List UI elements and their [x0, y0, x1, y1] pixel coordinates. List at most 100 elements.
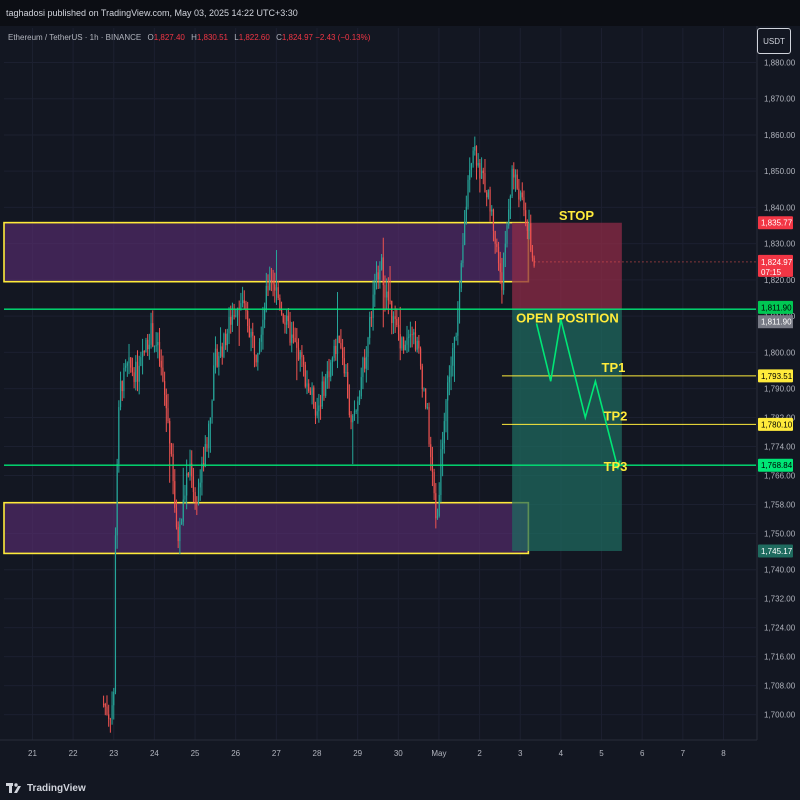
candle-body	[392, 316, 395, 324]
candle-body	[374, 282, 376, 295]
candle-body	[116, 463, 118, 536]
candle-body	[480, 170, 483, 179]
candle-body	[262, 319, 264, 335]
candle-body	[197, 487, 200, 505]
candle-body	[250, 331, 252, 338]
candle-body	[523, 197, 525, 211]
price-tick-label: 1,708.00	[764, 682, 796, 691]
candle-body	[126, 363, 128, 366]
candle-body	[114, 535, 117, 692]
candle-body	[247, 311, 249, 327]
candle-body	[277, 287, 279, 298]
tp1-price-tag: 1,793.51	[761, 372, 793, 381]
candle-body	[341, 347, 344, 359]
candle-body	[435, 493, 437, 519]
candle-body	[384, 285, 386, 298]
price-tick-label: 1,740.00	[764, 566, 796, 575]
price-tick-label: 1,850.00	[764, 167, 796, 176]
candle-body	[470, 163, 473, 170]
candle-body	[347, 371, 349, 399]
candle-body	[272, 280, 274, 285]
time-tick-label: 7	[681, 749, 686, 758]
candle-body	[241, 300, 244, 304]
candle-body	[175, 507, 178, 528]
candle-body	[469, 169, 471, 180]
candle-body	[109, 718, 111, 720]
candle-body	[152, 323, 154, 347]
candle-body	[192, 476, 195, 493]
candle-body	[303, 357, 305, 365]
candle-body	[436, 515, 439, 519]
brand-footer[interactable]: TradingView	[6, 782, 86, 794]
candle-body	[211, 400, 213, 418]
candle-body	[182, 499, 184, 522]
candle-body	[147, 339, 149, 350]
candle-body	[479, 163, 481, 179]
candle-body	[287, 315, 289, 322]
candle-body	[255, 354, 257, 363]
candle-body	[158, 341, 161, 361]
candle-body	[453, 336, 456, 349]
candle-body	[264, 309, 266, 320]
candle-body	[265, 285, 267, 310]
candle-body	[131, 367, 134, 373]
candle-body	[243, 300, 245, 304]
candle-body	[492, 209, 495, 232]
candle-body	[445, 400, 447, 422]
lower-demand-zone	[3, 501, 530, 555]
open-position-label: OPEN POSITION	[516, 311, 619, 326]
candle-body	[421, 366, 423, 389]
candle-body	[248, 326, 250, 338]
candle-body	[462, 244, 464, 264]
candle-body	[519, 192, 522, 200]
candle-body	[443, 421, 445, 444]
price-tick-label: 1,700.00	[764, 711, 796, 720]
time-tick-label: 27	[272, 749, 281, 758]
candle-body	[518, 188, 520, 200]
candle-body	[377, 272, 379, 280]
time-tick-label: 5	[599, 749, 604, 758]
candle-body	[223, 333, 225, 357]
candle-body	[165, 394, 167, 409]
candle-body	[157, 341, 159, 346]
candle-body	[230, 316, 232, 325]
candle-body	[513, 168, 515, 178]
candle-body	[472, 150, 474, 164]
candle-body	[133, 372, 135, 382]
candle-body	[458, 288, 461, 311]
currency-button[interactable]: USDT	[757, 28, 791, 54]
symbol-name[interactable]: Ethereum / TetherUS · 1h · BINANCE	[8, 33, 141, 42]
candle-body	[396, 319, 398, 326]
candle-body	[326, 371, 328, 379]
candle-body	[475, 146, 478, 166]
candle-body	[286, 315, 288, 325]
candle-body	[335, 345, 337, 354]
candle-body	[121, 381, 123, 392]
candle-body	[340, 342, 342, 348]
candle-body	[269, 279, 271, 291]
candle-body	[301, 351, 303, 358]
candle-body	[294, 337, 296, 343]
price-chart[interactable]: STOP OPEN POSITION TP1 TP2 TP3 1,700.00 1,708.…	[0, 0, 800, 800]
candle-body	[104, 703, 106, 707]
price-tick-label: 1,750.00	[764, 529, 796, 538]
candle-body	[201, 463, 203, 483]
candle-body	[386, 291, 388, 298]
price-tick-label: 1,830.00	[764, 240, 796, 249]
candle-body	[433, 472, 435, 494]
candle-body	[418, 340, 420, 349]
close-value: 1,824.97	[281, 33, 313, 42]
candle-body	[162, 367, 164, 382]
candle-body	[319, 405, 322, 407]
candle-body	[489, 189, 491, 212]
candle-body	[419, 348, 422, 367]
candle-body	[226, 333, 228, 346]
candle-body	[258, 341, 261, 354]
price-tick-label: 1,732.00	[764, 595, 796, 604]
candle-body	[194, 492, 196, 502]
candle-body	[357, 401, 359, 411]
time-tick-label: 25	[191, 749, 200, 758]
candle-body	[367, 337, 369, 357]
candle-body	[331, 357, 334, 363]
candle-body	[521, 192, 523, 198]
